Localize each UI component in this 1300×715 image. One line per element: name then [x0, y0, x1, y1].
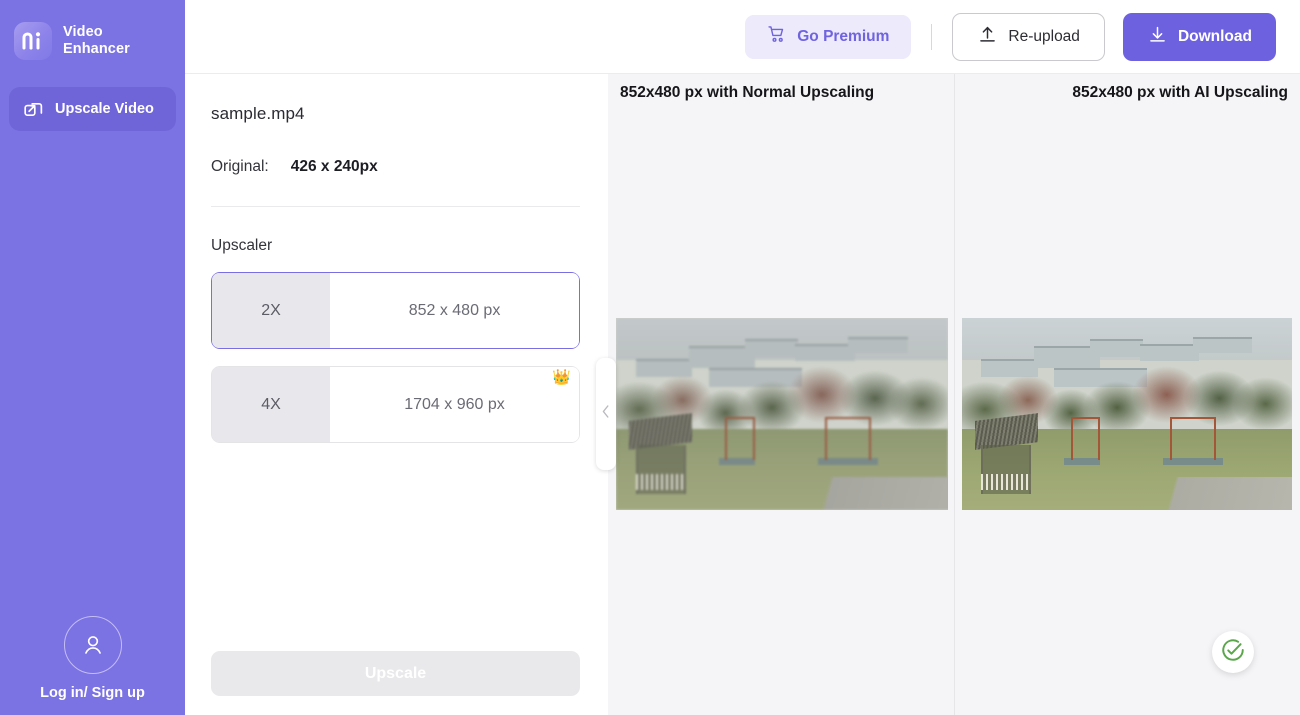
comparison-split-handle[interactable] — [596, 358, 616, 470]
chevron-left-icon — [602, 405, 610, 423]
normal-upscaling-body — [608, 112, 954, 715]
settings-panel: sample.mp4 Original: 426 x 240px Upscale… — [185, 74, 608, 715]
sidebar-nav: Upscale Video — [9, 87, 176, 131]
settings-divider — [211, 206, 580, 207]
upscaler-option-2x-factor: 2X — [212, 273, 330, 348]
upscaler-section-title: Upscaler — [211, 237, 580, 255]
upload-icon — [977, 24, 998, 50]
shopping-cart-icon — [767, 24, 787, 49]
re-upload-button[interactable]: Re-upload — [952, 13, 1105, 61]
login-signup-label: Log in/ Sign up — [40, 685, 145, 701]
body-area: sample.mp4 Original: 426 x 240px Upscale… — [185, 74, 1300, 715]
normal-upscaling-title: 852x480 px with Normal Upscaling — [608, 74, 954, 112]
app-root: Video Enhancer Upscale Video — [0, 0, 1300, 715]
upscaler-option-2x[interactable]: 2X 852 x 480 px — [211, 272, 580, 349]
sidebar-item-label: Upscale Video — [55, 101, 154, 117]
preview-photo-ai — [962, 318, 1293, 510]
crown-icon: 👑 — [552, 370, 571, 385]
download-button[interactable]: Download — [1123, 13, 1276, 61]
ai-upscaling-body — [955, 112, 1300, 715]
main-area: Go Premium Re-upload — [185, 0, 1300, 715]
normal-upscaling-pane: 852x480 px with Normal Upscaling — [608, 74, 955, 715]
topbar: Go Premium Re-upload — [185, 0, 1300, 74]
user-avatar-icon — [64, 616, 122, 674]
re-upload-label: Re-upload — [1008, 28, 1080, 46]
upscaler-option-4x[interactable]: 4X 1704 x 960 px 👑 — [211, 366, 580, 443]
comparison-area: 852x480 px with Normal Upscaling — [608, 74, 1300, 715]
ai-upscaling-title: 852x480 px with AI Upscaling — [955, 74, 1300, 112]
upscaler-option-4x-resolution: 1704 x 960 px — [330, 367, 579, 442]
upscale-button[interactable]: Upscale — [211, 651, 580, 696]
normal-upscaling-preview[interactable] — [616, 318, 948, 510]
upscaler-option-2x-resolution: 852 x 480 px — [330, 273, 579, 348]
topbar-divider — [931, 24, 932, 50]
original-label: Original: — [211, 158, 269, 176]
upscale-video-icon — [23, 99, 44, 120]
original-value: 426 x 240px — [291, 158, 378, 176]
status-badge[interactable] — [1212, 631, 1254, 673]
go-premium-label: Go Premium — [797, 28, 889, 46]
brand-name-line1: Video — [63, 24, 130, 41]
ai-upscaling-pane: 852x480 px with AI Upscaling — [955, 74, 1300, 715]
sidebar-item-upscale-video[interactable]: Upscale Video — [9, 87, 176, 131]
go-premium-button[interactable]: Go Premium — [745, 15, 911, 59]
download-icon — [1147, 24, 1168, 50]
ai-upscaling-preview[interactable] — [962, 318, 1293, 510]
original-resolution-row: Original: 426 x 240px — [211, 158, 580, 176]
check-circle-icon — [1220, 637, 1246, 668]
preview-photo-normal — [616, 318, 948, 510]
upscaler-option-4x-factor: 4X — [212, 367, 330, 442]
login-signup-button[interactable]: Log in/ Sign up — [0, 616, 185, 701]
brand-name-line2: Enhancer — [63, 41, 130, 58]
brand[interactable]: Video Enhancer — [0, 0, 185, 60]
brand-name: Video Enhancer — [63, 24, 130, 58]
m-logo-icon — [14, 22, 52, 60]
sidebar: Video Enhancer Upscale Video — [0, 0, 185, 715]
download-label: Download — [1178, 28, 1252, 46]
file-name: sample.mp4 — [211, 104, 580, 124]
